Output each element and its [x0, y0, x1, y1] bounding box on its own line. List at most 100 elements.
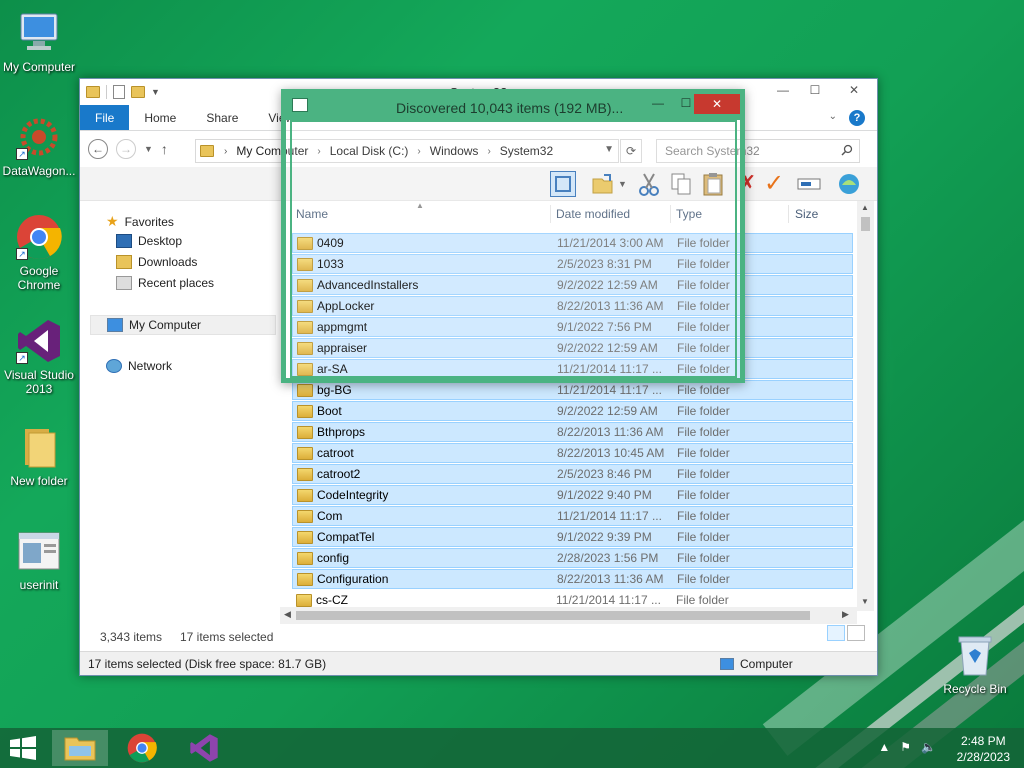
recent-locations-icon[interactable]: ▼ — [144, 144, 153, 154]
taskbar-visual-studio[interactable] — [176, 730, 232, 766]
file-type: File folder — [677, 509, 730, 523]
file-type: File folder — [677, 551, 730, 565]
horizontal-scrollbar[interactable]: ◀ ▶ — [280, 607, 857, 624]
file-row[interactable]: catroot2 2/5/2023 8:46 PM File folder — [292, 464, 853, 484]
action-center-flag-icon[interactable]: ⚑ — [900, 740, 911, 754]
folder-icon — [297, 383, 313, 397]
scroll-left-icon[interactable]: ◀ — [284, 609, 291, 620]
maximize-button[interactable]: ☐ — [799, 79, 831, 101]
desktop-icon-new-folder[interactable]: New folder — [0, 424, 78, 488]
nav-downloads[interactable]: Downloads — [116, 255, 197, 269]
chrome-icon — [127, 733, 157, 763]
breadcrumb-separator[interactable]: › — [220, 146, 231, 157]
scrollbar-thumb[interactable] — [296, 611, 810, 620]
show-hidden-icons-icon[interactable]: ▲ — [878, 740, 890, 754]
scrollbar-thumb[interactable] — [861, 217, 870, 231]
nav-network[interactable]: Network — [106, 359, 172, 373]
volume-icon[interactable]: 🔈 — [921, 740, 936, 754]
properties-icon[interactable] — [836, 171, 862, 197]
file-date: 8/22/2013 11:36 AM — [557, 572, 664, 586]
desktop-icon-recycle-bin[interactable]: Recycle Bin — [936, 632, 1014, 696]
file-row[interactable]: CodeIntegrity 9/1/2022 9:40 PM File folder — [292, 485, 853, 505]
nav-label: Downloads — [138, 255, 198, 269]
windows-logo-icon — [10, 736, 36, 760]
file-type: File folder — [676, 593, 729, 607]
back-button[interactable]: ← — [88, 139, 108, 159]
file-row[interactable]: CompatTel 9/1/2022 9:39 PM File folder — [292, 527, 853, 547]
star-icon: ★ — [106, 213, 119, 229]
file-type: File folder — [677, 425, 730, 439]
nav-label: Desktop — [138, 234, 183, 248]
file-date: 8/22/2013 10:45 AM — [557, 446, 665, 460]
nav-favorites[interactable]: ★ Favorites — [106, 213, 174, 230]
discovered-items-dialog: Discovered 10,043 items (192 MB)... — ☐ … — [281, 89, 745, 383]
file-date: 9/2/2022 12:59 AM — [557, 404, 658, 418]
search-icon — [841, 144, 853, 156]
computer-icon — [107, 318, 123, 332]
clock-time: 2:48 PM — [960, 734, 1006, 748]
checkmark-icon[interactable]: ✓ — [764, 171, 790, 197]
file-row[interactable]: Com 11/21/2014 11:17 ... File folder — [292, 506, 853, 526]
file-row[interactable]: Configuration 8/22/2013 11:36 AM File fold… — [292, 569, 853, 589]
taskbar-file-explorer[interactable] — [52, 730, 108, 766]
dialog-minimize-button[interactable]: — — [646, 96, 670, 116]
nav-label: My Computer — [129, 318, 202, 332]
file-row[interactable]: config 2/28/2023 1:56 PM File folder — [292, 548, 853, 568]
file-type: File folder — [677, 467, 730, 481]
folder-icon — [297, 488, 313, 502]
help-icon[interactable]: ? — [849, 110, 865, 126]
tab-file[interactable]: File — [80, 105, 130, 130]
dialog-close-button[interactable]: ✕ — [694, 94, 740, 114]
details-view-button[interactable] — [827, 625, 845, 641]
folder-icon — [200, 145, 214, 157]
folder-icon — [297, 551, 313, 565]
column-separator[interactable] — [788, 205, 789, 223]
desktop-icon-my-computer[interactable]: My Computer — [0, 10, 78, 74]
nav-label: Recent places — [138, 276, 215, 290]
taskbar-clock[interactable]: 2:48 PM 2/28/2023 — [957, 733, 1010, 765]
minimize-button[interactable]: — — [767, 79, 799, 101]
dialog-titlebar[interactable]: Discovered 10,043 items (192 MB)... — ☐ … — [286, 94, 740, 120]
taskbar-chrome[interactable] — [114, 730, 170, 766]
file-row[interactable]: Bthprops 8/22/2013 11:36 AM File folder — [292, 422, 853, 442]
file-type: File folder — [677, 572, 730, 586]
item-count: 3,343 items — [100, 630, 163, 644]
desktop-icon-visual-studio[interactable]: ↗ Visual Studio 2013 — [0, 318, 78, 396]
start-button[interactable] — [8, 736, 38, 760]
file-type: File folder — [677, 530, 730, 544]
large-icons-view-button[interactable] — [847, 625, 865, 641]
desktop-icon-chrome[interactable]: ↗ Google Chrome — [0, 214, 78, 292]
file-row[interactable]: bg-BG 11/21/2014 11:17 ... File folder — [292, 380, 853, 400]
desktop-icon-datawagon[interactable]: ↗ DataWagon... — [0, 114, 78, 178]
nav-desktop[interactable]: Desktop — [116, 234, 182, 248]
file-name: CompatTel — [317, 530, 375, 544]
tab-share[interactable]: Share — [191, 105, 253, 130]
taskbar: ▲ ⚑ 🔈 2:48 PM 2/28/2023 — [0, 728, 1024, 768]
close-button[interactable]: ✕ — [831, 79, 877, 101]
file-name: catroot2 — [317, 467, 361, 481]
tab-home[interactable]: Home — [129, 105, 191, 130]
status-location-label: Computer — [740, 657, 793, 671]
folder-icon — [296, 593, 312, 607]
file-type: File folder — [677, 404, 730, 418]
rename-icon[interactable] — [796, 171, 822, 197]
folder-icon — [297, 572, 313, 586]
column-header-size[interactable]: Size — [795, 207, 818, 221]
up-button[interactable]: ↑ — [161, 141, 168, 157]
desktop-icon-label: Visual Studio 2013 — [4, 368, 74, 396]
file-row[interactable]: Boot 9/2/2022 12:59 AM File folder — [292, 401, 853, 421]
visual-studio-icon: ↗ — [16, 318, 62, 364]
vertical-scrollbar[interactable]: ▲ ▼ — [857, 201, 874, 611]
scroll-right-icon[interactable]: ▶ — [842, 609, 849, 620]
desktop-icon-userinit[interactable]: userinit — [0, 528, 78, 592]
expand-ribbon-icon[interactable]: ⌄ — [829, 111, 837, 122]
scroll-up-icon[interactable]: ▲ — [861, 203, 869, 212]
folder-icon — [297, 404, 313, 418]
forward-button[interactable]: → — [116, 139, 136, 159]
scroll-down-icon[interactable]: ▼ — [861, 597, 869, 606]
nav-recent-places[interactable]: Recent places — [116, 276, 214, 290]
file-row[interactable]: catroot 8/22/2013 10:45 AM File folder — [292, 443, 853, 463]
file-date: 2/28/2023 1:56 PM — [557, 551, 659, 565]
dialog-app-icon — [292, 98, 308, 112]
nav-my-computer[interactable]: My Computer — [90, 315, 276, 335]
